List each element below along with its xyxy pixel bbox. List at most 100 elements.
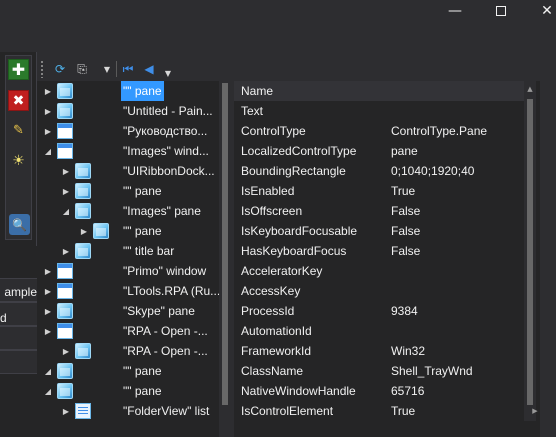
property-row[interactable]: FrameworkId Win32: [234, 341, 524, 361]
scroll-up-icon[interactable]: ▲: [524, 83, 536, 95]
maximize-button[interactable]: [478, 0, 524, 22]
property-row[interactable]: IsOffscreen False: [234, 201, 524, 221]
property-name: ControlType: [241, 124, 306, 138]
tree-node[interactable]: ▶ "" pane: [37, 181, 219, 201]
expand-arrow-icon[interactable]: ▶: [43, 81, 53, 101]
property-row[interactable]: AcceleratorKey: [234, 261, 524, 281]
pick-element-button[interactable]: ✎: [8, 120, 29, 141]
left-panel-text: d: [0, 311, 7, 325]
property-value: False: [391, 244, 421, 258]
collapse-arrow-icon[interactable]: ◢: [43, 381, 53, 401]
expand-arrow-icon[interactable]: ▶: [61, 241, 71, 261]
expand-arrow-icon[interactable]: ▶: [61, 161, 71, 181]
tree-node-label: "Images" pane: [123, 204, 201, 218]
tree-node[interactable]: ▶ "Руководство...: [37, 121, 219, 141]
tree-node[interactable]: ▶ "" pane: [37, 81, 219, 101]
collapse-arrow-icon[interactable]: ◢: [43, 361, 53, 381]
property-row[interactable]: BoundingRectangle 0;1040;1920;40: [234, 161, 524, 181]
tree-node[interactable]: ▶ "FolderView" list: [37, 401, 219, 421]
expand-arrow-icon[interactable]: ▶: [43, 301, 53, 321]
pane-icon: [75, 343, 91, 359]
add-button[interactable]: ✚: [8, 59, 29, 80]
tree-node[interactable]: ▶ "" pane: [37, 221, 219, 241]
properties-scrollbar[interactable]: ▲: [524, 81, 536, 421]
expand-arrow-icon[interactable]: ▶: [79, 221, 89, 241]
tree-node[interactable]: ▶ "Skype" pane: [37, 301, 219, 321]
tree-node[interactable]: ◢ "" pane: [37, 361, 219, 381]
property-row[interactable]: HasKeyboardFocus False: [234, 241, 524, 261]
expand-arrow-icon[interactable]: ▶: [61, 401, 71, 421]
tree-node[interactable]: ▶ "UIRibbonDock...: [37, 161, 219, 181]
tree-node[interactable]: ◢ "Images" pane: [37, 201, 219, 221]
copy-icon[interactable]: ⎘: [74, 61, 90, 77]
tree-node-label: "UIRibbonDock...: [123, 164, 215, 178]
window-icon: [57, 263, 73, 279]
window-icon: [57, 283, 73, 299]
property-row[interactable]: Text: [234, 101, 524, 121]
property-name: IsEnabled: [241, 184, 295, 198]
property-row[interactable]: LocalizedControlType pane: [234, 141, 524, 161]
tree-node[interactable]: ◢ "" pane: [37, 381, 219, 401]
expand-arrow-icon[interactable]: ▶: [43, 261, 53, 281]
tree-scrollbar-thumb[interactable]: [222, 83, 228, 405]
scroll-right-icon[interactable]: ▶: [529, 405, 541, 417]
title-bar: — ✕: [0, 0, 556, 40]
properties-scrollbar-thumb[interactable]: [527, 99, 533, 405]
tree-node[interactable]: ▶ "LTools.RPA (Ru...: [37, 281, 221, 301]
property-name: Text: [241, 104, 264, 118]
refresh-icon[interactable]: ⟳: [52, 61, 68, 77]
toolbar-grip[interactable]: [40, 60, 44, 78]
property-row[interactable]: IsControlElement True: [234, 401, 524, 421]
highlight-button[interactable]: ☀: [8, 150, 29, 171]
element-tree: ▶ "" pane ▶ "Untitled - Pain... ▶ "Руководств…: [37, 81, 231, 437]
property-value: 65716: [391, 384, 425, 398]
tree-node-label: "" pane: [123, 184, 162, 198]
collapse-arrow-icon[interactable]: ◢: [61, 201, 71, 221]
property-row[interactable]: IsKeyboardFocusable False: [234, 221, 524, 241]
expand-arrow-icon[interactable]: ▶: [61, 181, 71, 201]
left-panel: [0, 246, 37, 437]
delete-button[interactable]: ✖: [8, 90, 29, 111]
property-name: IsOffscreen: [241, 204, 303, 218]
go-first-icon[interactable]: ⏮: [120, 61, 136, 77]
collapse-arrow-icon[interactable]: ◢: [43, 141, 53, 161]
tree-node[interactable]: ▶ "Untitled - Pain...: [37, 101, 219, 121]
tree-node[interactable]: ▶ "RPA - Open -...: [37, 321, 219, 341]
property-value: True: [391, 404, 416, 418]
minimize-button[interactable]: —: [432, 0, 478, 22]
left-panel-row[interactable]: [0, 350, 37, 374]
property-name: Name: [241, 84, 274, 98]
property-row[interactable]: Name: [234, 81, 524, 101]
tree-node[interactable]: ▶ "RPA - Open -...: [37, 341, 219, 361]
left-toolbar: ✚ ✖ ✎ ☀: [5, 55, 32, 240]
chevron-down-icon[interactable]: ▼: [163, 65, 173, 81]
property-row[interactable]: ControlType ControlType.Pane: [234, 121, 524, 141]
property-row[interactable]: NativeWindowHandle 65716: [234, 381, 524, 401]
properties-grid: Name Text ControlType ControlType.Pane Local…: [234, 81, 556, 437]
chevron-down-icon[interactable]: ▼: [102, 61, 112, 77]
property-row[interactable]: AutomationId: [234, 321, 524, 341]
close-button[interactable]: ✕: [524, 0, 556, 22]
tree-node[interactable]: ▶ "" title bar: [37, 241, 219, 261]
tree-node-label: "FolderView" list: [123, 404, 210, 418]
tree-node-label: "" pane: [121, 81, 164, 101]
left-panel-row[interactable]: [0, 326, 37, 350]
back-icon[interactable]: ◀: [141, 61, 157, 77]
tree-node-label: "Untitled - Pain...: [123, 104, 213, 118]
property-row[interactable]: IsEnabled True: [234, 181, 524, 201]
tree-node[interactable]: ▶ "Primo" window: [37, 261, 219, 281]
inspect-icon[interactable]: 🔍: [9, 214, 30, 235]
expand-arrow-icon[interactable]: ▶: [43, 121, 53, 141]
tree-scrollbar[interactable]: [219, 81, 231, 437]
property-row[interactable]: AccessKey: [234, 281, 524, 301]
property-row[interactable]: ProcessId 9384: [234, 301, 524, 321]
tree-node[interactable]: ◢ "Images" wind...: [37, 141, 219, 161]
expand-arrow-icon[interactable]: ▶: [43, 321, 53, 341]
property-value: True: [391, 184, 416, 198]
expand-arrow-icon[interactable]: ▶: [43, 101, 53, 121]
expand-arrow-icon[interactable]: ▶: [61, 341, 71, 361]
tree-node-label: "LTools.RPA (Ru...: [123, 284, 221, 298]
expand-arrow-icon[interactable]: ▶: [43, 281, 53, 301]
property-row[interactable]: ClassName Shell_TrayWnd: [234, 361, 524, 381]
property-value: 0;1040;1920;40: [391, 164, 475, 178]
